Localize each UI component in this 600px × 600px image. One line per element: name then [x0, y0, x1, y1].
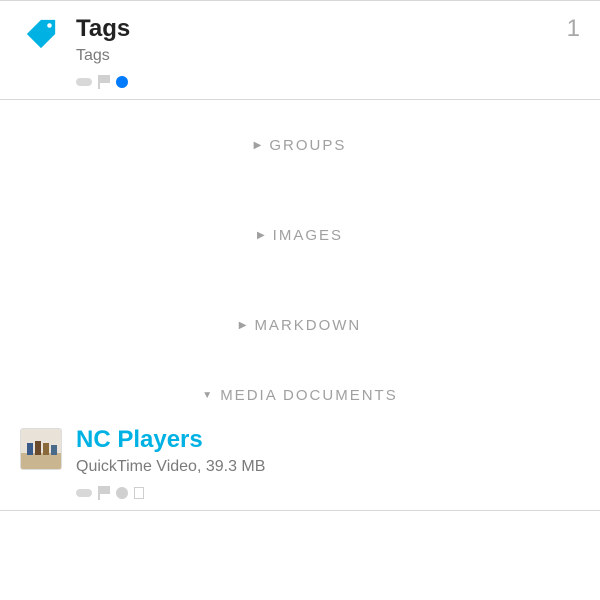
section-groups-label: GROUPS — [269, 137, 346, 154]
row-media-status — [76, 486, 580, 500]
divider-bottom — [0, 510, 600, 511]
row-tags-title: Tags — [76, 15, 557, 43]
chevron-down-icon: ▼ — [202, 390, 214, 401]
row-media-body: NC Players QuickTime Video, 39.3 MB — [62, 426, 580, 500]
section-groups[interactable]: ▶ GROUPS — [0, 100, 600, 190]
chevron-right-icon: ▶ — [239, 320, 249, 331]
row-tags-count: 1 — [557, 15, 580, 43]
flag-icon — [98, 486, 110, 500]
tag-icon — [20, 15, 62, 51]
row-tags-subtitle: Tags — [76, 47, 557, 65]
label-icon — [76, 78, 92, 86]
section-media-documents[interactable]: ▼ MEDIA DOCUMENTS — [0, 370, 600, 420]
section-media-documents-label: MEDIA DOCUMENTS — [220, 387, 398, 404]
row-media[interactable]: NC Players QuickTime Video, 39.3 MB — [0, 420, 600, 510]
section-images[interactable]: ▶ IMAGES — [0, 190, 600, 280]
row-tags-body: Tags Tags — [62, 15, 557, 89]
page-icon — [134, 487, 144, 499]
media-thumbnail — [20, 426, 62, 470]
row-tags[interactable]: Tags Tags 1 — [0, 1, 600, 99]
flag-icon — [98, 75, 110, 89]
section-markdown-label: MARKDOWN — [254, 317, 361, 334]
section-images-label: IMAGES — [273, 227, 343, 244]
label-icon — [76, 489, 92, 497]
chevron-right-icon: ▶ — [254, 140, 264, 151]
dot-icon — [116, 487, 128, 499]
row-media-title: NC Players — [76, 426, 580, 454]
section-markdown[interactable]: ▶ MARKDOWN — [0, 280, 600, 370]
row-media-subtitle: QuickTime Video, 39.3 MB — [76, 458, 580, 476]
chevron-right-icon: ▶ — [257, 230, 267, 241]
dot-icon — [116, 76, 128, 88]
row-tags-status — [76, 75, 557, 89]
